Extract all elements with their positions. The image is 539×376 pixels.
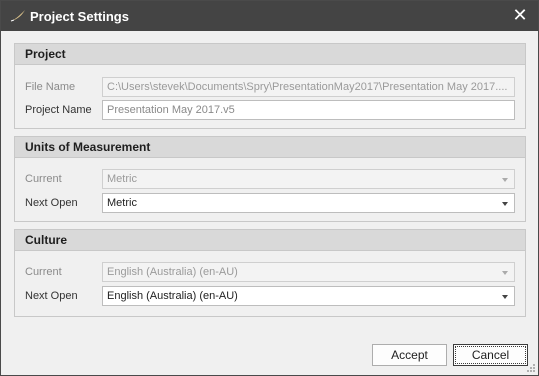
file-name-field: C:\Users\stevek\Documents\Spry\Presentat… <box>102 77 515 97</box>
chevron-down-icon <box>502 271 508 275</box>
units-next-open-row: Next Open Metric <box>15 193 525 215</box>
window-title: Project Settings <box>30 9 129 24</box>
project-name-label: Project Name <box>25 104 92 116</box>
culture-current-label: Current <box>25 266 62 278</box>
units-next-open-value: Metric <box>107 197 137 209</box>
units-group: Units of Measurement Current Metric Next… <box>14 136 526 222</box>
file-name-row: File Name C:\Users\stevek\Documents\Spry… <box>15 77 525 99</box>
culture-next-open-row: Next Open English (Australia) (en-AU) <box>15 286 525 308</box>
culture-next-open-label: Next Open <box>25 290 78 302</box>
units-current-label: Current <box>25 173 62 185</box>
chevron-down-icon[interactable] <box>502 202 508 206</box>
culture-current-select: English (Australia) (en-AU) <box>102 262 515 282</box>
units-current-select: Metric <box>102 169 515 189</box>
accept-button[interactable]: Accept <box>372 344 447 366</box>
units-current-row: Current Metric <box>15 169 525 191</box>
chevron-down-icon[interactable] <box>502 295 508 299</box>
culture-next-open-value: English (Australia) (en-AU) <box>107 290 238 302</box>
project-group-header: Project <box>15 44 525 65</box>
culture-current-value: English (Australia) (en-AU) <box>107 266 238 278</box>
title-bar[interactable]: Project Settings ✕ <box>1 1 538 31</box>
close-icon: ✕ <box>512 5 528 25</box>
resize-grip-icon[interactable] <box>527 364 535 372</box>
project-settings-dialog: Project Settings ✕ Project File Name C:\… <box>0 0 539 376</box>
units-group-header: Units of Measurement <box>15 137 525 158</box>
project-group: Project File Name C:\Users\stevek\Docume… <box>14 43 526 129</box>
project-name-input[interactable]: Presentation May 2017.v5 <box>102 100 515 120</box>
units-next-open-select[interactable]: Metric <box>102 193 515 213</box>
culture-next-open-select[interactable]: English (Australia) (en-AU) <box>102 286 515 306</box>
culture-group: Culture Current English (Australia) (en-… <box>14 229 526 317</box>
project-name-row: Project Name Presentation May 2017.v5 <box>15 100 525 122</box>
culture-group-header: Culture <box>15 230 525 251</box>
cancel-button[interactable]: Cancel <box>453 344 528 366</box>
culture-current-row: Current English (Australia) (en-AU) <box>15 262 525 284</box>
file-name-label: File Name <box>25 81 76 93</box>
chevron-down-icon <box>502 178 508 182</box>
units-current-value: Metric <box>107 173 137 185</box>
units-next-open-label: Next Open <box>25 197 78 209</box>
close-button[interactable]: ✕ <box>510 5 530 25</box>
quill-icon <box>10 10 25 22</box>
